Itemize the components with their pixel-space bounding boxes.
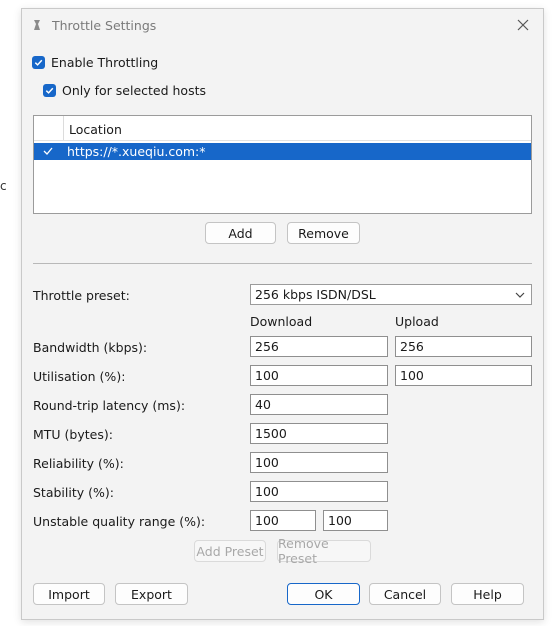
- row-check-icon[interactable]: [42, 145, 54, 157]
- bandwidth-download-input[interactable]: 256: [250, 336, 388, 357]
- edge-glyph: c: [0, 179, 7, 193]
- throttle-settings-dialog: Throttle Settings Enable Throttling Only…: [21, 8, 544, 620]
- add-preset-button[interactable]: Add Preset: [194, 540, 266, 562]
- close-icon: [517, 19, 529, 31]
- ok-button[interactable]: OK: [287, 583, 360, 605]
- checkbox-checked-icon: [32, 56, 45, 69]
- stability-input[interactable]: 100: [250, 481, 388, 502]
- enable-throttling-label: Enable Throttling: [51, 55, 159, 70]
- add-host-button[interactable]: Add: [205, 222, 276, 244]
- bandwidth-upload-input[interactable]: 256: [395, 336, 532, 357]
- title-bar: Throttle Settings: [22, 9, 543, 41]
- hosts-table[interactable]: Location https://*.xueqiu.com:*: [33, 115, 532, 214]
- mtu-label: MTU (bytes):: [33, 427, 113, 442]
- only-selected-hosts-label: Only for selected hosts: [62, 83, 207, 98]
- latency-label: Round-trip latency (ms):: [33, 398, 186, 413]
- upload-column-header: Upload: [395, 314, 439, 329]
- divider: [33, 263, 532, 264]
- latency-input[interactable]: 40: [250, 394, 388, 415]
- checkbox-checked-icon: [43, 84, 56, 97]
- table-header: Location: [34, 116, 531, 141]
- reliability-input[interactable]: 100: [250, 452, 388, 473]
- unstable-range-max-input[interactable]: 100: [323, 510, 388, 531]
- close-button[interactable]: [513, 15, 533, 35]
- enable-throttling-checkbox[interactable]: Enable Throttling: [32, 55, 158, 70]
- unstable-range-min-input[interactable]: 100: [250, 510, 316, 531]
- utilisation-label: Utilisation (%):: [33, 369, 126, 384]
- import-button[interactable]: Import: [33, 583, 105, 605]
- download-column-header: Download: [250, 314, 313, 329]
- table-row[interactable]: https://*.xueqiu.com:*: [34, 143, 531, 160]
- unstable-range-label: Unstable quality range (%):: [33, 514, 206, 529]
- chevron-down-icon: [515, 292, 525, 298]
- throttle-preset-value: 256 kbps ISDN/DSL: [255, 287, 376, 302]
- utilisation-download-input[interactable]: 100: [250, 365, 388, 386]
- cancel-button[interactable]: Cancel: [369, 583, 441, 605]
- throttle-preset-select[interactable]: 256 kbps ISDN/DSL: [250, 284, 532, 305]
- app-icon: [34, 20, 40, 30]
- remove-preset-button[interactable]: Remove Preset: [277, 536, 371, 566]
- throttle-preset-label: Throttle preset:: [33, 288, 130, 303]
- window-title: Throttle Settings: [52, 18, 157, 33]
- reliability-label: Reliability (%):: [33, 456, 124, 471]
- stability-label: Stability (%):: [33, 485, 114, 500]
- utilisation-upload-input[interactable]: 100: [395, 365, 532, 386]
- location-column-header[interactable]: Location: [69, 122, 122, 137]
- mtu-input[interactable]: 1500: [250, 423, 388, 444]
- bandwidth-label: Bandwidth (kbps):: [33, 340, 148, 355]
- host-url: https://*.xueqiu.com:*: [67, 144, 206, 159]
- only-selected-hosts-checkbox[interactable]: Only for selected hosts: [43, 83, 206, 98]
- column-separator: [63, 116, 64, 140]
- export-button[interactable]: Export: [115, 583, 188, 605]
- remove-host-button[interactable]: Remove: [287, 222, 360, 244]
- help-button[interactable]: Help: [451, 583, 524, 605]
